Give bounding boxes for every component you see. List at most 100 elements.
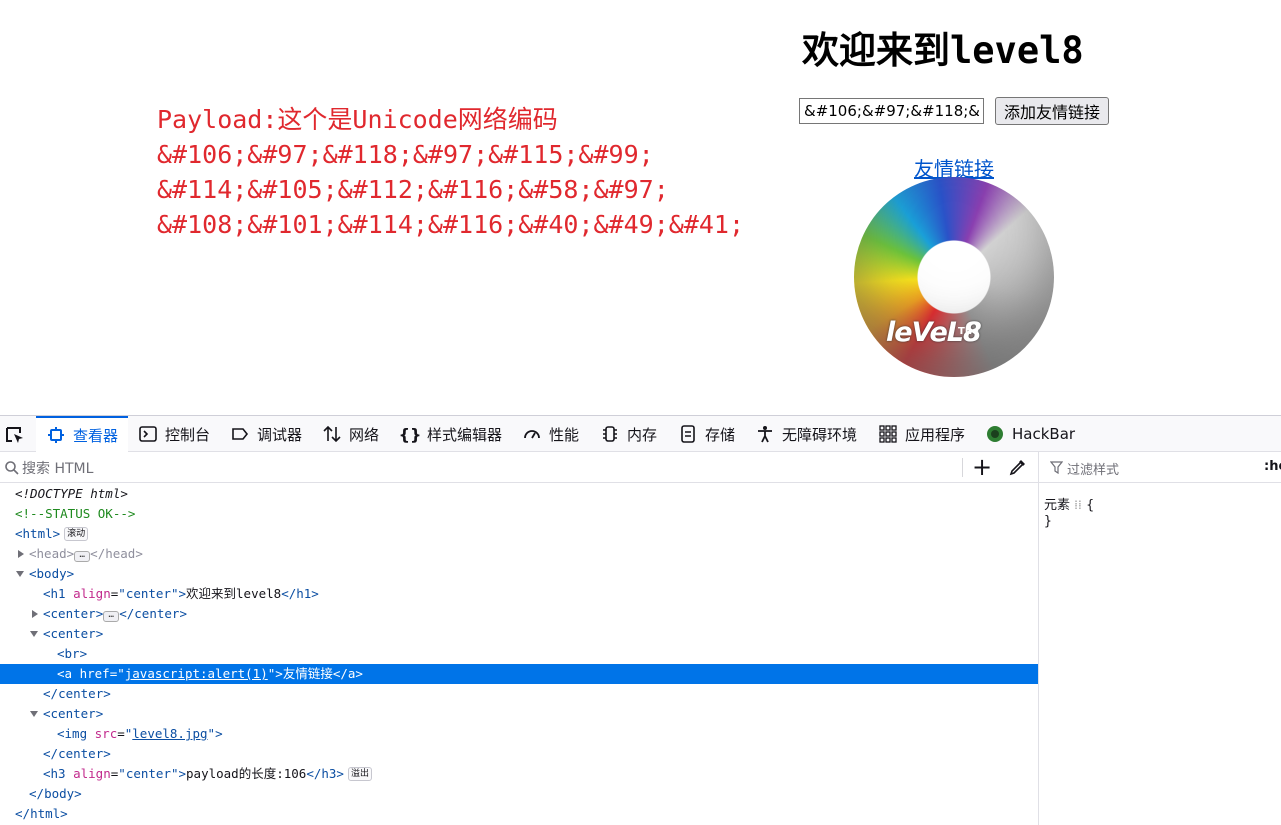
tag-name: html xyxy=(30,806,61,821)
attr-name: src xyxy=(94,726,118,741)
expand-toggle[interactable] xyxy=(32,610,38,618)
tab-storage[interactable]: 存储 xyxy=(678,416,735,452)
tree-node-body-close[interactable]: </body> xyxy=(0,784,1038,804)
tree-node-img[interactable]: <img src="level8.jpg"> xyxy=(0,724,1038,744)
collapse-toggle[interactable] xyxy=(30,711,38,717)
network-icon xyxy=(322,424,342,444)
tab-label: 网络 xyxy=(349,425,380,444)
style-editor-icon: {} xyxy=(398,424,422,444)
tab-inspector[interactable]: 查看器 xyxy=(36,416,128,452)
level8-image-subtext: The xyxy=(958,326,979,337)
node-text: 欢迎来到level8 xyxy=(186,586,282,601)
rule-brace: { xyxy=(1085,498,1095,513)
tab-memory[interactable]: 内存 xyxy=(600,416,657,452)
tab-style-editor[interactable]: {} 样式编辑器 xyxy=(398,416,502,452)
node-text: payload的长度:106 xyxy=(186,766,307,781)
eyedropper-icon[interactable] xyxy=(1009,458,1027,476)
tree-node-head[interactable]: <head>… </head> xyxy=(0,544,1038,564)
inspector-icon xyxy=(46,425,66,445)
overflow-badge[interactable]: 溢出 xyxy=(347,767,372,781)
tab-label: 控制台 xyxy=(165,425,211,444)
rule-selector: 元素 xyxy=(1044,498,1071,513)
tab-application[interactable]: 应用程序 xyxy=(878,416,965,452)
tab-label: HackBar xyxy=(1012,425,1076,443)
tree-node-a-selected[interactable]: <a href="javascript:alert(1)">友情链接</a> xyxy=(0,664,1038,684)
tag-name: head xyxy=(105,546,136,561)
tab-label: 查看器 xyxy=(73,426,119,445)
add-node-button[interactable]: + xyxy=(972,455,992,479)
tab-label: 存储 xyxy=(705,425,736,444)
memory-icon xyxy=(600,424,620,444)
tag-name: center xyxy=(58,686,104,701)
tree-node-comment[interactable]: <!--STATUS OK--> xyxy=(0,504,1038,524)
payload-note: Payload:这个是Unicode网络编码 &#106;&#97;&#118;&… xyxy=(157,102,744,242)
tab-accessibility[interactable]: 无障碍环境 xyxy=(755,416,857,452)
tag-name: head xyxy=(36,546,67,561)
add-friend-link-button[interactable]: 添加友情链接 xyxy=(995,97,1109,125)
payload-note-line: &#106;&#97;&#118;&#97;&#115;&#99; xyxy=(157,140,654,169)
tag-name: br xyxy=(64,646,80,661)
tag-name: center xyxy=(50,606,96,621)
collapse-toggle[interactable] xyxy=(30,631,38,637)
hackbar-icon xyxy=(985,424,1005,444)
tab-label: 性能 xyxy=(549,425,580,444)
tab-performance[interactable]: 性能 xyxy=(522,416,579,452)
tab-label: 无障碍环境 xyxy=(782,425,858,444)
html-search-bar: 搜索 HTML + xyxy=(0,452,1038,483)
payload-note-line: &#114;&#105;&#112;&#116;&#58;&#97; xyxy=(157,175,669,204)
tag-name: body xyxy=(44,786,75,801)
attr-value-link[interactable]: level8.jpg xyxy=(132,726,207,741)
tag-name: body xyxy=(36,566,67,581)
tag-name: center xyxy=(50,706,96,721)
debugger-icon xyxy=(230,424,250,444)
attr-name: align xyxy=(73,586,111,601)
tag-name: html xyxy=(22,526,53,541)
accessibility-icon xyxy=(755,424,775,444)
collapse-toggle[interactable] xyxy=(16,571,24,577)
node-text: 友情链接 xyxy=(282,666,333,681)
tab-debugger[interactable]: 调试器 xyxy=(230,416,302,452)
expand-toggle[interactable] xyxy=(18,550,24,558)
storage-icon xyxy=(678,424,698,444)
page-title: 欢迎来到level8 xyxy=(802,29,1084,72)
grid-icon: ⁞⁞ xyxy=(1074,498,1082,512)
collapsed-content[interactable]: … xyxy=(103,611,120,622)
doctype-text: <!DOCTYPE html> xyxy=(15,486,128,501)
hover-state-toggle[interactable]: :ho xyxy=(1264,459,1281,474)
attr-name: href xyxy=(79,666,110,681)
tree-node-doctype[interactable]: <!DOCTYPE html> xyxy=(0,484,1038,504)
tab-hackbar[interactable]: HackBar xyxy=(985,416,1075,452)
search-icon xyxy=(5,461,19,475)
filter-styles-bar: 过滤样式 :ho xyxy=(1039,452,1281,483)
tab-console[interactable]: 控制台 xyxy=(138,416,210,452)
scroll-badge[interactable]: 滚动 xyxy=(64,527,89,541)
tree-node-center[interactable]: <center> xyxy=(0,704,1038,724)
element-picker-icon[interactable] xyxy=(4,425,26,445)
collapsed-content[interactable]: … xyxy=(74,551,91,562)
attr-value: center xyxy=(125,586,171,601)
tree-node-center[interactable]: <center> xyxy=(0,624,1038,644)
payload-note-line: &#108;&#101;&#114;&#116;&#40;&#49;&#41; xyxy=(157,210,744,239)
tree-node-body[interactable]: <body> xyxy=(0,564,1038,584)
toolbar-separator xyxy=(962,458,963,477)
tree-node-h1[interactable]: <h1 align="center">欢迎来到level8</h1> xyxy=(0,584,1038,604)
search-html-input[interactable]: 搜索 HTML xyxy=(22,458,93,478)
web-page: Payload:这个是Unicode网络编码 &#106;&#97;&#118;&… xyxy=(0,0,1281,415)
tree-node-h3[interactable]: <h3 align="center">payload的长度:106</h3> 溢出 xyxy=(0,764,1038,784)
tab-label: 调试器 xyxy=(257,425,303,444)
tab-network[interactable]: 网络 xyxy=(322,416,379,452)
performance-icon xyxy=(522,424,542,444)
tree-node-html-close[interactable]: </html> xyxy=(0,804,1038,824)
tree-node-br[interactable]: <br> xyxy=(0,644,1038,664)
filter-styles-input[interactable]: 过滤样式 xyxy=(1067,459,1119,478)
tree-node-center-close[interactable]: </center> xyxy=(0,744,1038,764)
tree-node-html[interactable]: <html> 滚动 xyxy=(0,524,1038,544)
tag-name: center xyxy=(58,746,104,761)
element-rule: 元素 ⁞⁞ { xyxy=(1044,494,1094,513)
tree-node-center[interactable]: <center>… </center> xyxy=(0,604,1038,624)
attr-value-link[interactable]: javascript:alert(1) xyxy=(125,666,268,681)
tree-node-center-close[interactable]: </center> xyxy=(0,684,1038,704)
filter-icon xyxy=(1050,461,1063,474)
keyword-input[interactable] xyxy=(799,98,984,124)
rule-close-brace: } xyxy=(1044,514,1052,529)
